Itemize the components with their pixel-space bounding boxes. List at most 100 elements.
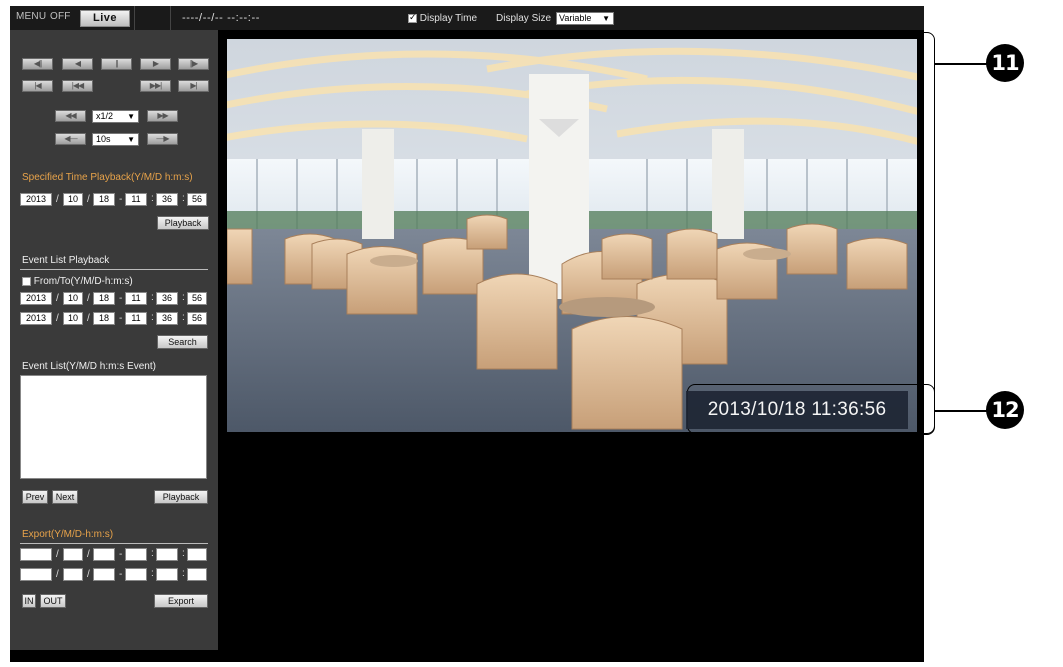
callout-marker-11: 11 [986,44,1024,82]
skip-interval-select[interactable]: 10s ▼ [92,133,139,146]
separator [134,6,135,30]
skip-back-button[interactable]: ◀— [55,133,86,145]
display-time-label: Display Time [419,13,478,24]
to-hour-field[interactable]: 11 [125,312,147,325]
to-month-field[interactable]: 10 [63,312,83,325]
export-out-minute-field[interactable] [156,568,178,581]
date-separator: - [119,549,123,560]
skip-interval-value: 10s [96,134,111,144]
pause-button[interactable]: || [101,58,132,70]
export-in-year-field[interactable] [20,548,52,561]
specified-month-field[interactable]: 10 [63,193,83,206]
export-in-hour-field[interactable] [125,548,147,561]
live-button[interactable]: Live [80,10,130,27]
from-second-field[interactable]: 56 [187,292,207,305]
callout-leader-line [935,63,987,65]
date-separator: - [119,194,123,205]
to-minute-field[interactable]: 36 [156,312,178,325]
specified-hour-field[interactable]: 11 [125,193,147,206]
dropdown-arrow-icon: ▼ [127,112,135,121]
date-separator: / [87,549,90,560]
export-out-month-field[interactable] [63,568,83,581]
from-to-checkbox[interactable] [22,276,31,286]
separator [170,6,171,30]
go-to-start-button[interactable]: |◀ [22,80,53,92]
time-separator: : [182,312,185,323]
event-list-box[interactable] [20,375,207,479]
from-year-field[interactable]: 2013 [20,292,52,305]
time-separator: : [151,548,154,559]
video-area-callout-frame [224,32,935,435]
playback-speed-select[interactable]: x1/2 ▼ [92,110,139,123]
export-in-month-field[interactable] [63,548,83,561]
display-size-select[interactable]: Variable ▼ [556,12,614,25]
skip-forward-button[interactable]: —▶ [147,133,178,145]
from-to-toggle[interactable]: From/To(Y/M/D-h:m:s) [22,276,133,287]
out-button[interactable]: OUT [40,594,66,608]
current-time-display: ----/--/-- --:--:-- [182,12,260,24]
menu-button[interactable]: MENU [16,11,46,22]
prev-button[interactable]: Prev [22,490,48,504]
export-out-year-field[interactable] [20,568,52,581]
play-button[interactable]: ▶ [140,58,171,70]
reverse-frame-button[interactable]: ◀|| [22,58,53,70]
date-separator: / [56,293,59,304]
display-size-label: Display Size [496,13,552,24]
time-separator: : [182,292,185,303]
section-divider [20,543,208,544]
go-to-end-button[interactable]: ▶| [178,80,209,92]
speed-up-button[interactable]: ▶▶ [147,110,178,122]
video-timestamp: 2013/10/18 11:36:56 [686,391,908,429]
export-in-second-field[interactable] [187,548,207,561]
next-button[interactable]: Next [52,490,78,504]
specified-second-field[interactable]: 56 [187,193,207,206]
specified-playback-button[interactable]: Playback [157,216,209,230]
time-separator: : [151,312,154,323]
date-separator: / [56,549,59,560]
display-size-value: Variable [559,13,592,23]
display-time-checkbox[interactable] [408,12,417,23]
date-separator: / [56,313,59,324]
slow-down-button[interactable]: ◀◀ [55,110,86,122]
date-separator: - [119,569,123,580]
time-separator: : [182,548,185,559]
previous-record-button[interactable]: |◀◀ [62,80,93,92]
event-list-label: Event List(Y/M/D h:m:s Event) [22,361,156,372]
from-day-field[interactable]: 18 [93,292,115,305]
specified-day-field[interactable]: 18 [93,193,115,206]
export-in-day-field[interactable] [93,548,115,561]
export-out-hour-field[interactable] [125,568,147,581]
next-record-button[interactable]: ▶▶| [140,80,171,92]
export-button[interactable]: Export [154,594,208,608]
from-minute-field[interactable]: 36 [156,292,178,305]
from-hour-field[interactable]: 11 [125,292,147,305]
playback-speed-value: x1/2 [96,111,114,121]
event-playback-button[interactable]: Playback [154,490,208,504]
display-time-toggle[interactable]: Display Time [408,12,478,24]
export-out-day-field[interactable] [93,568,115,581]
from-month-field[interactable]: 10 [63,292,83,305]
control-panel: ◀|| ◀ || ▶ ||▶ |◀ |◀◀ ▶▶| ▶| ◀◀ x1/2 ▼ ▶… [10,30,218,650]
forward-frame-button[interactable]: ||▶ [178,58,209,70]
to-second-field[interactable]: 56 [187,312,207,325]
export-out-second-field[interactable] [187,568,207,581]
specified-minute-field[interactable]: 36 [156,193,178,206]
event-list-playback-title: Event List Playback [22,255,110,266]
from-to-label: From/To(Y/M/D-h:m:s) [33,276,133,287]
callout-leader-line [935,410,987,412]
to-year-field[interactable]: 2013 [20,312,52,325]
reverse-play-button[interactable]: ◀ [62,58,93,70]
dropdown-arrow-icon: ▼ [127,135,135,144]
dropdown-arrow-icon: ▼ [602,14,610,23]
time-separator: : [182,193,185,204]
to-day-field[interactable]: 18 [93,312,115,325]
in-button[interactable]: IN [22,594,36,608]
top-bar: MENU OFF Live ----/--/-- --:--:-- Displa… [10,6,924,30]
date-separator: / [87,293,90,304]
date-separator: - [119,293,123,304]
export-in-minute-field[interactable] [156,548,178,561]
specified-year-field[interactable]: 2013 [20,193,52,206]
search-button[interactable]: Search [157,335,208,349]
menu-off-button[interactable]: OFF [50,11,71,22]
time-separator: : [151,568,154,579]
